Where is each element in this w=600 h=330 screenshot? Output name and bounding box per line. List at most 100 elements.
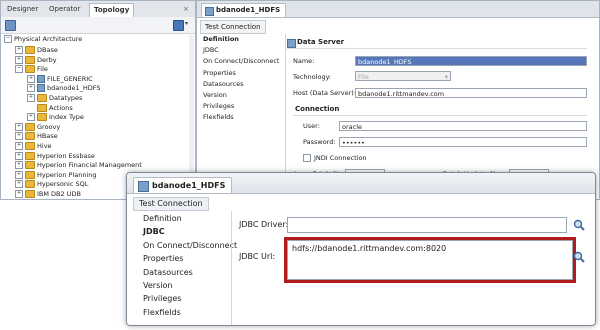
- tab-topology[interactable]: Topology: [89, 3, 135, 17]
- tree-item[interactable]: + Hive: [15, 141, 52, 151]
- password-field[interactable]: ••••••: [339, 137, 587, 147]
- tree-item[interactable]: + bdanode1_HDFS: [27, 83, 101, 93]
- tree-root-label: Physical Architecture: [14, 35, 83, 43]
- nav-item[interactable]: Datasources: [203, 80, 244, 89]
- editor-tab[interactable]: bdanode1_HDFS: [201, 3, 287, 17]
- callout-nav-item[interactable]: Datasources: [143, 267, 193, 279]
- nav-item[interactable]: Version: [203, 91, 227, 100]
- nav-item[interactable]: On Connect/Disconnect: [203, 57, 279, 66]
- expand-icon[interactable]: +: [15, 122, 23, 131]
- folder-icon: [25, 180, 35, 189]
- connect-icon[interactable]: [5, 20, 16, 31]
- folder-icon: [25, 55, 35, 64]
- folder-icon: [25, 161, 35, 170]
- jdbc-driver-field[interactable]: [287, 217, 567, 233]
- callout-test-connection-button[interactable]: Test Connection: [133, 197, 209, 211]
- expand-icon[interactable]: +: [15, 55, 23, 64]
- callout-nav-item[interactable]: Privileges: [143, 293, 181, 305]
- name-value: bdanode1_HDFS: [358, 58, 412, 66]
- expand-icon[interactable]: +: [15, 46, 23, 54]
- callout-nav-item[interactable]: Properties: [143, 253, 183, 265]
- technology-value: File: [358, 73, 369, 81]
- expand-icon[interactable]: +: [27, 74, 35, 83]
- tree-item[interactable]: − File: [15, 64, 48, 74]
- nav-item[interactable]: Properties: [203, 69, 236, 78]
- expand-icon[interactable]: +: [27, 94, 35, 102]
- chevron-down-icon[interactable]: ▾: [185, 20, 188, 27]
- tree-item[interactable]: + Hyperion Essbase: [15, 151, 95, 161]
- callout-tab[interactable]: bdanode1_HDFS: [133, 177, 233, 193]
- expand-icon[interactable]: +: [15, 170, 23, 179]
- tree-item[interactable]: + Datatypes: [27, 93, 82, 103]
- tree-item-label: Hive: [37, 142, 52, 150]
- tree-item-label: FILE_GENERIC: [47, 74, 93, 83]
- tree-item[interactable]: + Hyperion Planning: [15, 170, 97, 180]
- name-field[interactable]: bdanode1_HDFS: [355, 56, 587, 66]
- tree-item-label: Datatypes: [49, 94, 83, 102]
- tree-item[interactable]: + FILE_GENERIC: [27, 74, 93, 84]
- editor-tab-title: bdanode1_HDFS: [216, 6, 281, 14]
- tree-root[interactable]: − Physical Architecture: [4, 34, 82, 44]
- expand-icon[interactable]: +: [15, 180, 23, 189]
- jndi-label: JNDI Connection: [314, 154, 367, 162]
- tree-item[interactable]: Actions: [27, 103, 73, 113]
- tree-item[interactable]: + Hypersonic SQL: [15, 179, 88, 189]
- expand-icon[interactable]: +: [15, 142, 23, 150]
- tree-item[interactable]: + Derby: [15, 55, 57, 65]
- nav-item[interactable]: JDBC: [203, 46, 219, 55]
- data-server-icon: [287, 39, 296, 48]
- host-field[interactable]: bdanode1.rittmandev.com: [355, 88, 587, 98]
- tree-item-label: DBase: [37, 46, 58, 54]
- tree-item-label: HBase: [37, 132, 58, 141]
- server-icon: [205, 7, 214, 16]
- tree-item-label: bdanode1_HDFS: [47, 84, 101, 93]
- tree-scrollbar[interactable]: [189, 35, 194, 195]
- server-icon: [37, 84, 45, 93]
- nav-item[interactable]: Definition: [203, 35, 239, 44]
- expand-icon[interactable]: +: [27, 113, 35, 122]
- nav-item[interactable]: Flexfields: [203, 113, 234, 122]
- expand-icon[interactable]: +: [27, 84, 35, 93]
- tree-item[interactable]: + IBM DB2 UDB: [15, 189, 81, 199]
- callout-nav-item[interactable]: Flexfields: [143, 307, 181, 319]
- search-icon[interactable]: [573, 251, 585, 263]
- tab-designer[interactable]: Designer: [3, 3, 42, 16]
- callout-nav-item[interactable]: JDBC: [143, 226, 165, 238]
- password-value: ••••••: [342, 139, 366, 147]
- tree-item[interactable]: + Hyperion Financial Management: [15, 160, 142, 170]
- checkbox-icon: [303, 154, 311, 162]
- jdbc-url-label: JDBC Url:: [239, 252, 276, 261]
- tree-item-label: Hyperion Essbase: [37, 151, 95, 160]
- topology-panel: Designer Operator Topology × ▾ − Physical…: [0, 0, 196, 200]
- tree-item[interactable]: + DBase: [15, 45, 58, 55]
- tree-item[interactable]: + HBase: [15, 131, 58, 141]
- user-value: oracle: [342, 123, 363, 131]
- close-icon[interactable]: ×: [183, 5, 189, 13]
- folder-icon: [37, 113, 47, 122]
- tree-item[interactable]: + Index Type: [27, 112, 84, 122]
- menu-icon[interactable]: [173, 20, 184, 31]
- callout-nav-item[interactable]: On Connect/Disconnect: [143, 240, 237, 252]
- collapse-icon[interactable]: −: [15, 65, 23, 74]
- expand-icon[interactable]: +: [15, 190, 23, 198]
- user-field[interactable]: oracle: [339, 121, 587, 131]
- expand-icon[interactable]: +: [15, 151, 23, 160]
- tab-operator[interactable]: Operator: [45, 3, 84, 16]
- search-icon[interactable]: [573, 219, 585, 231]
- callout-nav-item[interactable]: Definition: [143, 213, 182, 225]
- jndi-checkbox[interactable]: JNDI Connection: [303, 153, 367, 163]
- folder-icon: [25, 170, 35, 179]
- technology-select[interactable]: File ▾: [355, 71, 451, 81]
- jdbc-url-field[interactable]: hdfs://bdanode1.rittmandev.com:8020: [287, 240, 573, 280]
- tree-item-label: Actions: [49, 103, 73, 112]
- tree-item-label: Groovy: [37, 122, 61, 131]
- callout-nav-item[interactable]: Version: [143, 280, 172, 292]
- test-connection-button[interactable]: Test Connection: [200, 20, 266, 34]
- folder-icon: [25, 190, 35, 198]
- folder-icon: [25, 151, 35, 160]
- collapse-icon[interactable]: −: [4, 35, 12, 43]
- tree-item[interactable]: + Groovy: [15, 122, 60, 132]
- expand-icon[interactable]: +: [15, 161, 23, 170]
- expand-icon[interactable]: +: [15, 132, 23, 141]
- nav-item[interactable]: Privileges: [203, 102, 234, 111]
